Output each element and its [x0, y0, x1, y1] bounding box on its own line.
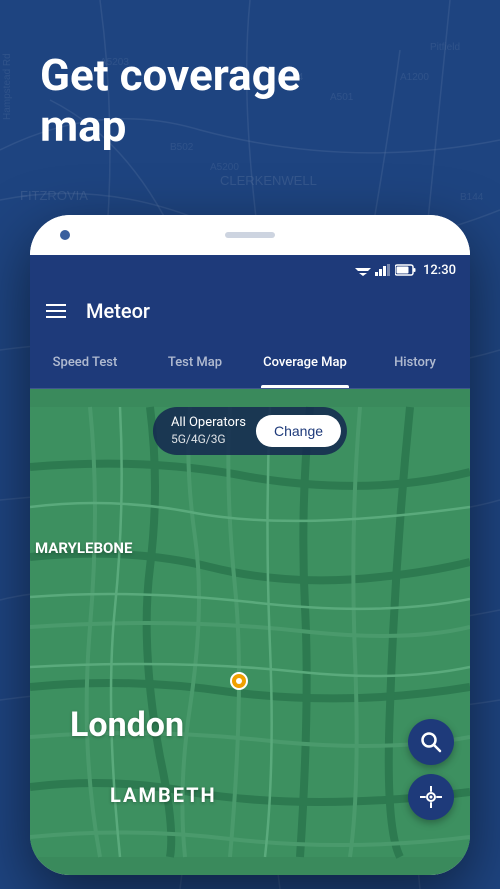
hamburger-menu[interactable] [46, 304, 66, 318]
filter-pill: All Operators 5G/4G/3G Change [153, 407, 347, 455]
tab-history[interactable]: History [360, 337, 470, 388]
locate-icon [420, 786, 442, 808]
signal-icon [375, 264, 391, 276]
app-header: Meteor [30, 285, 470, 337]
battery-icon [395, 264, 417, 276]
status-icons [355, 264, 417, 276]
tab-test-map[interactable]: Test Map [140, 337, 250, 388]
operator-label: All Operators [171, 415, 246, 432]
filter-text: All Operators 5G/4G/3G [171, 415, 246, 447]
map-area: All Operators 5G/4G/3G Change MARYLEBONE… [30, 389, 470, 875]
status-bar: 12:30 [30, 255, 470, 285]
svg-text:Hampstead Rd: Hampstead Rd [2, 53, 13, 120]
title-line1: Get coverage [40, 50, 301, 101]
tab-bar: Speed Test Test Map Coverage Map History [30, 337, 470, 389]
location-pin-icon [230, 672, 248, 694]
svg-text:B144: B144 [460, 192, 484, 203]
location-dot [230, 672, 248, 690]
locate-fab-button[interactable] [408, 774, 454, 820]
svg-text:Pitfield: Pitfield [430, 42, 460, 53]
phone-top-bar [30, 215, 470, 255]
svg-text:A1200: A1200 [400, 72, 429, 83]
app-name: Meteor [86, 299, 150, 323]
phone-speaker [225, 232, 275, 238]
wifi-icon [355, 264, 371, 276]
status-time: 12:30 [423, 263, 456, 278]
phone-camera [60, 230, 70, 240]
svg-text:A501: A501 [330, 92, 354, 103]
phone-content: 12:30 Meteor Speed Test Test Map Coverag… [30, 255, 470, 875]
search-icon [420, 731, 442, 753]
search-fab-button[interactable] [408, 719, 454, 765]
map-svg [30, 389, 470, 875]
page-title: Get coverage map [40, 50, 301, 151]
tab-coverage-map[interactable]: Coverage Map [250, 337, 360, 388]
network-label: 5G/4G/3G [171, 432, 246, 448]
phone-frame: 12:30 Meteor Speed Test Test Map Coverag… [30, 215, 470, 875]
svg-text:A5200: A5200 [210, 162, 239, 173]
tab-speed-test[interactable]: Speed Test [30, 337, 140, 388]
title-line2: map [40, 101, 301, 152]
svg-text:FITZROVIA: FITZROVIA [20, 188, 88, 203]
svg-text:CLERKENWELL: CLERKENWELL [220, 173, 317, 188]
change-button[interactable]: Change [256, 415, 341, 447]
